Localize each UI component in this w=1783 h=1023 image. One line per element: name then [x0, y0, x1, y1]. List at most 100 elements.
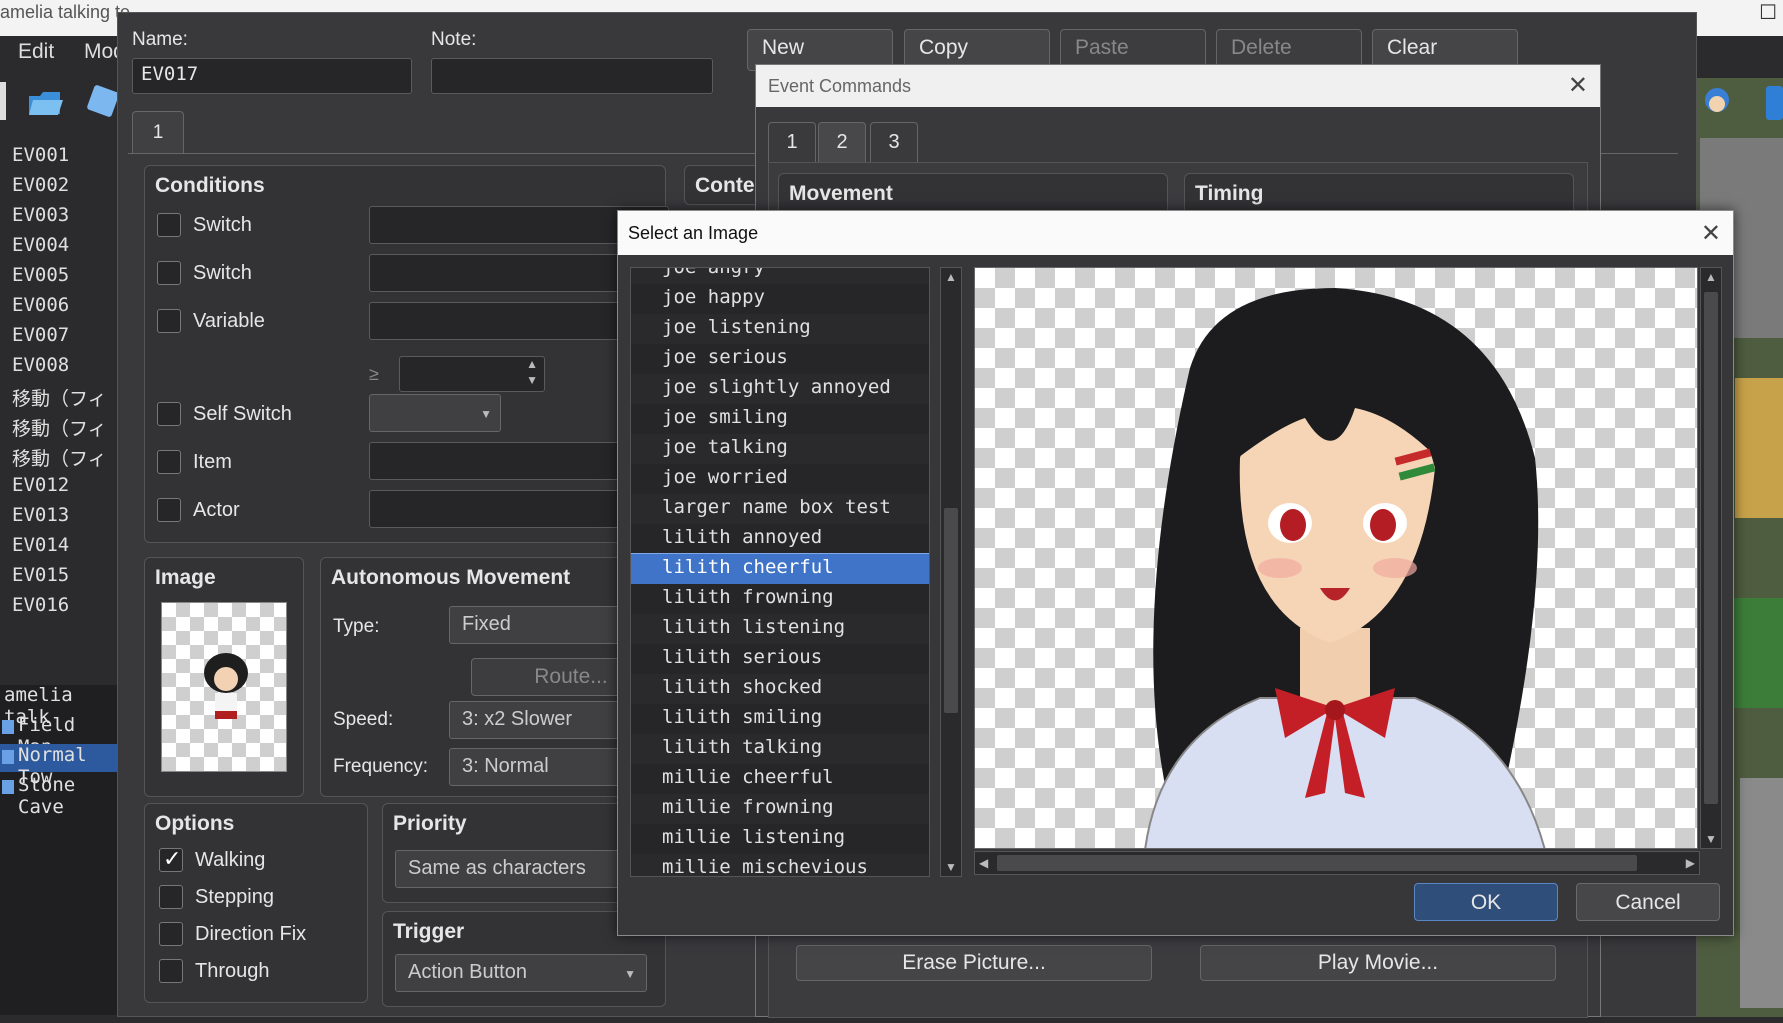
trigger-value: Action Button [408, 961, 527, 983]
event-list-item[interactable]: EV008 [12, 354, 69, 376]
image-file-item[interactable]: joe worried [631, 464, 929, 494]
stepper-up-icon[interactable]: ▲ [526, 357, 538, 371]
event-list-item[interactable]: EV015 [12, 564, 69, 586]
event-list-item[interactable]: EV004 [12, 234, 69, 256]
character-icon[interactable] [1700, 84, 1734, 122]
event-list-item[interactable]: EV002 [12, 174, 69, 196]
variable-checkbox[interactable] [157, 309, 181, 333]
image-file-item[interactable]: lilith serious [631, 644, 929, 674]
page-tab-1[interactable]: 1 [132, 111, 184, 153]
image-file-item[interactable]: millie listening [631, 824, 929, 854]
image-file-item[interactable]: lilith frowning [631, 584, 929, 614]
select-image-dialog: Select an Image ✕ joe angry joe happy joe … [617, 210, 1734, 936]
cancel-button[interactable]: Cancel [1576, 883, 1720, 921]
scroll-left-icon[interactable]: ◀ [979, 856, 988, 870]
map-tree-item[interactable]: Stone Cave [0, 774, 118, 818]
map-tree: amelia talkField MapNormal TowStone Cave [0, 684, 118, 1015]
image-file-list[interactable]: joe angry joe happy joe listening joe serio… [630, 267, 930, 877]
toolbar-right-icon[interactable] [1766, 86, 1783, 120]
tab-1[interactable]: 1 [768, 122, 816, 162]
variable-value-stepper[interactable]: ▲ ▼ [399, 356, 545, 392]
actor-checkbox[interactable] [157, 498, 181, 522]
switch2-checkbox[interactable] [157, 261, 181, 285]
event-list-item[interactable]: EV007 [12, 324, 69, 346]
image-file-item[interactable]: joe listening [631, 314, 929, 344]
scroll-up-icon[interactable]: ▲ [1705, 270, 1717, 284]
type-label: Type: [333, 616, 380, 637]
erase-picture-button[interactable]: Erase Picture... [796, 945, 1152, 981]
image-file-item[interactable]: joe happy [631, 284, 929, 314]
map-tree-item[interactable]: Field Map [0, 714, 118, 758]
event-list-item[interactable]: EV016 [12, 594, 69, 616]
map-tree-item[interactable]: amelia talk [0, 684, 118, 728]
self-switch-checkbox[interactable] [157, 402, 181, 426]
tab-3[interactable]: 3 [870, 122, 918, 162]
image-file-item[interactable]: lilith smiling [631, 704, 929, 734]
scroll-down-icon[interactable]: ▼ [1705, 832, 1717, 846]
file-list-scrollbar[interactable]: ▲ ▼ [940, 267, 962, 877]
scroll-thumb[interactable] [1704, 292, 1718, 804]
maximize-icon[interactable]: ☐ [1759, 0, 1777, 25]
event-list-item[interactable]: EV001 [12, 144, 69, 166]
item-checkbox[interactable] [157, 450, 181, 474]
play-movie-button[interactable]: Play Movie... [1200, 945, 1556, 981]
scroll-down-icon[interactable]: ▼ [945, 860, 957, 874]
close-icon[interactable]: ✕ [1701, 219, 1721, 248]
switch1-checkbox[interactable] [157, 213, 181, 237]
event-list-item[interactable]: 移動（フィ [12, 444, 107, 471]
image-file-item[interactable]: joe talking [631, 434, 929, 464]
image-file-item[interactable]: lilith cheerful [631, 553, 929, 585]
contents-title: Conte [695, 174, 755, 197]
options-group: Options Walking Stepping Direction Fix T… [144, 803, 368, 1003]
menu-edit[interactable]: Edit [18, 40, 54, 64]
image-file-item[interactable]: joe angry [631, 268, 929, 284]
image-file-item[interactable]: millie mischevious [631, 854, 929, 876]
actor-label: Actor [193, 499, 240, 521]
ok-button[interactable]: OK [1414, 883, 1558, 921]
event-list-item[interactable]: 移動（フィ [12, 384, 107, 411]
stepping-checkbox[interactable] [159, 885, 183, 909]
image-file-item[interactable]: joe slightly annoyed [631, 374, 929, 404]
open-folder-icon[interactable] [26, 82, 64, 120]
scroll-up-icon[interactable]: ▲ [945, 270, 957, 284]
image-file-item[interactable]: joe serious [631, 344, 929, 374]
portrait-image [1144, 288, 1546, 848]
image-file-item[interactable]: lilith listening [631, 614, 929, 644]
event-list-item[interactable]: 移動（フィ [12, 414, 107, 441]
self-switch-select[interactable]: ▼ [369, 394, 501, 432]
map-tree-item[interactable]: Normal Tow [0, 744, 118, 788]
direction-fix-checkbox[interactable] [159, 922, 183, 946]
stepper-down-icon[interactable]: ▼ [526, 373, 538, 387]
image-file-item[interactable]: lilith shocked [631, 674, 929, 704]
variable-label: Variable [193, 310, 265, 332]
event-list-item[interactable]: EV006 [12, 294, 69, 316]
image-file-item[interactable]: larger name box test [631, 494, 929, 524]
conditions-title: Conditions [155, 174, 265, 197]
close-icon[interactable]: ✕ [1568, 71, 1588, 100]
walking-checkbox[interactable] [159, 846, 183, 872]
scroll-right-icon[interactable]: ▶ [1686, 856, 1695, 870]
image-file-item[interactable]: joe smiling [631, 404, 929, 434]
event-image-preview[interactable] [161, 602, 287, 772]
map-icon [2, 720, 14, 734]
note-field[interactable] [431, 58, 713, 94]
image-file-item[interactable]: lilith annoyed [631, 524, 929, 554]
scroll-thumb[interactable] [944, 508, 958, 713]
image-preview [974, 267, 1698, 849]
event-list-item[interactable]: EV013 [12, 504, 69, 526]
name-field[interactable]: EV017 [132, 58, 412, 94]
app-title: amelia talking te [0, 2, 131, 22]
scroll-thumb[interactable] [997, 855, 1637, 871]
image-file-item[interactable]: lilith talking [631, 734, 929, 764]
through-checkbox[interactable] [159, 959, 183, 983]
event-list-item[interactable]: EV003 [12, 204, 69, 226]
tab-2[interactable]: 2 [818, 122, 866, 162]
event-list-item[interactable]: EV014 [12, 534, 69, 556]
preview-vertical-scrollbar[interactable]: ▲ ▼ [1700, 267, 1722, 849]
event-list-item[interactable]: EV005 [12, 264, 69, 286]
image-file-item[interactable]: millie cheerful [631, 764, 929, 794]
preview-horizontal-scrollbar[interactable]: ◀ ▶ [974, 851, 1700, 875]
event-list-item[interactable]: EV012 [12, 474, 69, 496]
trigger-select[interactable]: Action Button ▼ [395, 954, 647, 992]
image-file-item[interactable]: millie frowning [631, 794, 929, 824]
